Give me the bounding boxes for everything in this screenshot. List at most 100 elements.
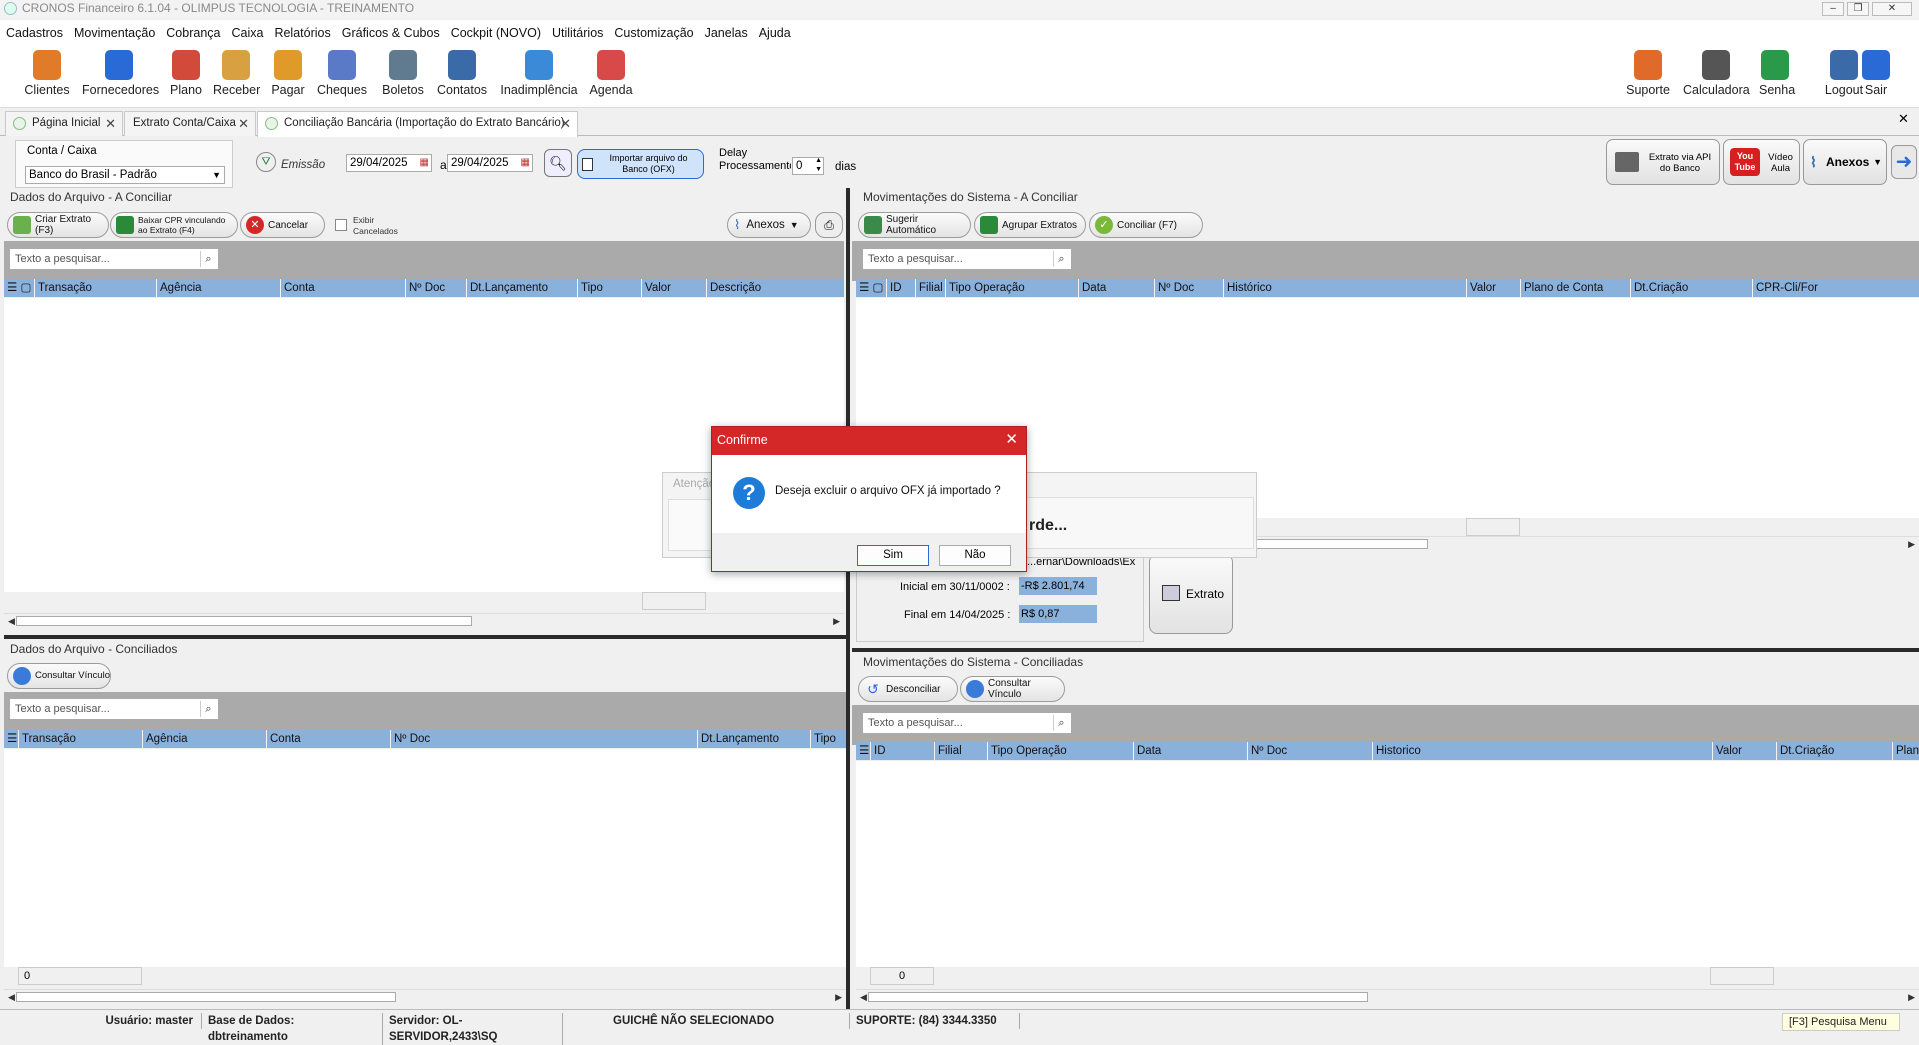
video-lesson-button[interactable]: You Tube Vídeo Aula (1723, 139, 1800, 185)
search-icon[interactable]: ⌕ (200, 251, 216, 267)
col-valor[interactable]: Valor (1712, 742, 1776, 760)
scroll-thumb[interactable] (868, 992, 1368, 1002)
chevron-down-icon[interactable]: ▼ (1873, 140, 1882, 184)
close-window-button[interactable]: ✕ (1872, 2, 1912, 16)
close-tab-icon[interactable]: ✕ (560, 112, 571, 135)
yes-button[interactable]: Sim (857, 545, 929, 566)
toolbar-support-button[interactable]: Suporte (1624, 50, 1672, 97)
search-icon[interactable]: ⌕ (1053, 715, 1069, 731)
col-data[interactable]: Data (1078, 279, 1154, 297)
toolbar-cheques-button[interactable]: Cheques (316, 50, 368, 97)
close-tab-icon[interactable]: ✕ (105, 112, 116, 135)
col-dt-criacao[interactable]: Dt.Criação (1776, 742, 1892, 760)
tab-extrato[interactable]: Extrato Conta/Caixa ✕ (124, 111, 256, 136)
col-id[interactable]: ID (870, 742, 934, 760)
col-transacao[interactable]: Transação (18, 730, 142, 748)
right-bottom-grid[interactable] (856, 761, 1919, 967)
group-extracts-button[interactable]: Agrupar Extratos (974, 212, 1086, 238)
col-conta[interactable]: Conta (280, 279, 405, 297)
calendar-icon[interactable]: ▦ (521, 155, 530, 171)
col-conta[interactable]: Conta (266, 730, 390, 748)
col-dt-criacao[interactable]: Dt.Criação (1630, 279, 1752, 297)
show-cancelled-checkbox[interactable] (335, 219, 347, 231)
col-nr-doc[interactable]: Nº Doc (1154, 279, 1223, 297)
horizontal-scrollbar[interactable]: ◀ ▶ (4, 989, 846, 1003)
toolbar-contacts-button[interactable]: Contatos (432, 50, 492, 97)
cancel-button[interactable]: ✕ Cancelar (240, 212, 325, 238)
col-nr-doc[interactable]: Nº Doc (405, 279, 466, 297)
col-filial[interactable]: Filial (934, 742, 987, 760)
col-valor[interactable]: Valor (641, 279, 706, 297)
scroll-right-icon[interactable]: ▶ (835, 990, 842, 1004)
horizontal-scrollbar[interactable]: ◀ ▶ (856, 989, 1919, 1003)
search-input[interactable]: Texto a pesquisar... ⌕ (862, 248, 1072, 270)
menu-cockpit[interactable]: Cockpit (NOVO) (451, 26, 541, 40)
search-filter-icon[interactable]: 🔍︎ (544, 149, 572, 177)
date-to-input[interactable]: 29/04/2025 ▦ (447, 154, 533, 172)
filter-icon[interactable]: ⛛ (256, 152, 276, 172)
menu-cadastros[interactable]: Cadastros (6, 26, 63, 40)
scroll-right-icon[interactable]: ▶ (1908, 537, 1915, 551)
scroll-right-icon[interactable]: ▶ (1908, 990, 1915, 1004)
menu-caixa[interactable]: Caixa (231, 26, 263, 40)
restore-button[interactable]: ❐ (1847, 2, 1869, 16)
minimize-button[interactable]: – (1822, 2, 1844, 16)
tab-pagina-inicial[interactable]: Página Inicial ✕ (5, 111, 123, 136)
menu-janelas[interactable]: Janelas (705, 26, 748, 40)
search-input[interactable]: Texto a pesquisar... ⌕ (9, 698, 219, 720)
no-button[interactable]: Não (939, 545, 1011, 566)
horizontal-scrollbar[interactable]: ◀ ▶ (4, 613, 844, 627)
arrow-right-icon[interactable]: ➜ (1891, 145, 1917, 179)
col-transacao[interactable]: Transação (34, 279, 156, 297)
close-tab-icon[interactable]: ✕ (238, 112, 249, 135)
toolbar-clients-button[interactable]: Clientes (22, 50, 72, 97)
scroll-thumb[interactable] (16, 616, 472, 626)
select-all-icon[interactable]: ☰ (4, 730, 18, 748)
close-icon[interactable]: ✕ (1005, 427, 1018, 453)
scroll-thumb[interactable] (16, 992, 396, 1002)
col-cpr-cli-for[interactable]: CPR-Cli/For (1752, 279, 1919, 297)
menu-relatorios[interactable]: Relatórios (274, 26, 330, 40)
calendar-icon[interactable]: ▦ (420, 155, 429, 171)
date-from-input[interactable]: 29/04/2025 ▦ (346, 154, 432, 172)
col-dt-lancamento[interactable]: Dt.Lançamento (466, 279, 577, 297)
toolbar-plan-button[interactable]: Plano (166, 50, 206, 97)
scroll-left-icon[interactable]: ◀ (8, 614, 15, 628)
col-filial[interactable]: Filial (915, 279, 945, 297)
col-valor[interactable]: Valor (1466, 279, 1520, 297)
col-plano[interactable]: Plano (1892, 742, 1919, 760)
col-nr-doc[interactable]: Nº Doc (390, 730, 697, 748)
menu-graficos[interactable]: Gráficos & Cubos (342, 26, 440, 40)
vertical-splitter[interactable] (846, 188, 850, 1009)
col-plano-conta[interactable]: Plano de Conta (1520, 279, 1630, 297)
left-horizontal-splitter[interactable] (4, 635, 846, 639)
col-id[interactable]: ID (886, 279, 915, 297)
toolbar-calendar-button[interactable]: Agenda (586, 50, 636, 97)
col-nr-doc[interactable]: Nº Doc (1247, 742, 1372, 760)
col-tipo-operacao[interactable]: Tipo Operação (987, 742, 1133, 760)
search-input[interactable]: Texto a pesquisar... ⌕ (9, 248, 219, 270)
col-historico[interactable]: Histórico (1223, 279, 1466, 297)
toolbar-lock-button[interactable]: Senha (1759, 50, 1795, 97)
search-input[interactable]: Texto a pesquisar... ⌕ (862, 712, 1072, 734)
col-tipo[interactable]: Tipo (810, 730, 846, 748)
delay-input[interactable]: 0 ▲ ▼ (792, 157, 824, 175)
col-data[interactable]: Data (1133, 742, 1247, 760)
left-bottom-grid[interactable] (4, 749, 846, 967)
search-icon[interactable]: ⌕ (1053, 251, 1069, 267)
unreconcile-button[interactable]: ↺ Desconciliar (858, 676, 958, 702)
chevron-down-icon[interactable]: ▼ (790, 220, 799, 230)
menu-utilitarios[interactable]: Utilitários (552, 26, 603, 40)
baixar-cpr-button[interactable]: Baixar CPR vinculando ao Extrato (F4) (110, 212, 238, 238)
toolbar-logout-button[interactable]: Logout (1824, 50, 1864, 97)
menu-movimentacao[interactable]: Movimentação (74, 26, 155, 40)
select-all-checkbox[interactable]: ☰ ▢ (4, 279, 34, 297)
col-historico[interactable]: Historico (1372, 742, 1712, 760)
consult-link-button[interactable]: Consultar Vínculo (960, 676, 1065, 702)
toolbar-suppliers-button[interactable]: Fornecedores (82, 50, 159, 97)
import-ofx-button[interactable]: Importar arquivo do Banco (OFX) (577, 149, 704, 179)
scroll-left-icon[interactable]: ◀ (8, 990, 15, 1004)
anexos-top-button[interactable]: ⌇ Anexos ▼ (1803, 139, 1887, 185)
close-all-tabs-icon[interactable]: ✕ (1898, 111, 1909, 127)
select-all-checkbox[interactable]: ☰ ▢ (856, 279, 886, 297)
